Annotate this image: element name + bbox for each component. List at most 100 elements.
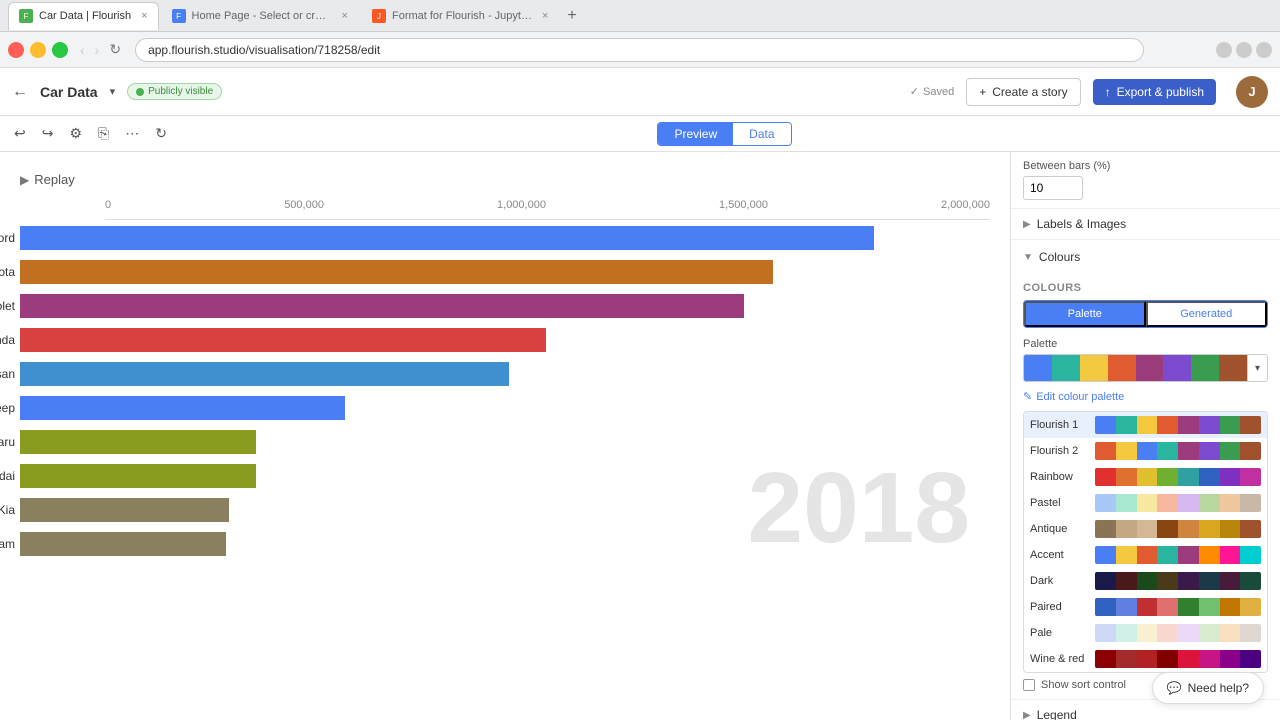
option-color (1157, 546, 1178, 564)
palette-option-name: Flourish 2 (1030, 445, 1095, 457)
show-sort-checkbox[interactable] (1023, 679, 1035, 691)
option-color (1095, 598, 1116, 616)
copy-button[interactable]: ⎘ (92, 121, 115, 146)
option-color (1157, 468, 1178, 486)
new-tab-button[interactable]: + (561, 7, 582, 25)
option-color (1116, 598, 1137, 616)
palette-option[interactable]: Flourish 1 (1024, 412, 1267, 438)
option-color (1199, 546, 1220, 564)
section-chevron-icon: ▶ (1023, 710, 1031, 720)
create-story-label: Create a story (992, 85, 1067, 99)
palette-color-swatch (1163, 355, 1191, 381)
labels-images-section[interactable]: ▶ Labels & Images (1011, 209, 1280, 240)
palette-option[interactable]: Pale (1024, 620, 1267, 646)
palette-option[interactable]: Rainbow (1024, 464, 1267, 490)
tab-close-jupyter[interactable]: × (542, 10, 548, 22)
between-bars-label: Between bars (%) (1023, 160, 1268, 172)
need-help-button[interactable]: 💬 Need help? (1152, 672, 1264, 704)
data-tab[interactable]: Data (733, 123, 790, 145)
bar-label: Ram (0, 530, 15, 558)
option-color (1137, 468, 1158, 486)
option-color (1095, 494, 1116, 512)
bar-row: Honda 1,486,827 (20, 326, 990, 354)
create-story-button[interactable]: + Create a story (966, 78, 1080, 106)
option-color (1199, 494, 1220, 512)
palette-option-colors (1095, 520, 1261, 538)
tab-close-car-data[interactable]: × (141, 10, 147, 22)
option-color (1095, 650, 1116, 668)
option-color (1095, 442, 1116, 460)
option-color (1220, 416, 1241, 434)
option-color (1157, 624, 1178, 642)
palette-tab-palette[interactable]: Palette (1024, 301, 1146, 327)
palette-color-swatch (1191, 355, 1219, 381)
address-bar[interactable]: app.flourish.studio/visualisation/718258… (135, 38, 1144, 62)
window-close-btn[interactable] (8, 42, 24, 58)
tab-label-car-data: Car Data | Flourish (39, 10, 131, 22)
option-color (1178, 598, 1199, 616)
palette-option-name: Paired (1030, 601, 1095, 613)
palette-option[interactable]: Pastel (1024, 490, 1267, 516)
palette-selector[interactable]: ▾ (1023, 354, 1268, 382)
palette-color-swatch (1024, 355, 1052, 381)
palette-option[interactable]: Paired (1024, 594, 1267, 620)
palette-option[interactable]: Antique (1024, 516, 1267, 542)
palette-color-swatch (1108, 355, 1136, 381)
avatar[interactable]: J (1236, 76, 1268, 108)
palette-option[interactable]: Dark (1024, 568, 1267, 594)
project-title[interactable]: Car Data (40, 84, 98, 100)
view-toggle: Preview Data (657, 122, 791, 146)
option-color (1116, 416, 1137, 434)
project-dropdown-btn[interactable]: ▾ (110, 85, 116, 98)
option-color (1199, 650, 1220, 668)
edit-colour-link[interactable]: ✎ Edit colour palette (1023, 390, 1268, 403)
tab-home[interactable]: F Home Page - Select or create a ... × (161, 2, 359, 30)
option-color (1157, 598, 1178, 616)
visibility-dot (136, 88, 144, 96)
window-max-btn[interactable] (52, 42, 68, 58)
option-color (1157, 442, 1178, 460)
browser-tabs: F Car Data | Flourish × F Home Page - Se… (0, 0, 1280, 32)
colours-content: COLOURS Palette Generated Palette ▾ ✎ Ed… (1011, 274, 1280, 699)
back-button[interactable]: ← (12, 83, 28, 101)
bar-row: Toyota 2,128,576 (20, 258, 990, 286)
palette-option[interactable]: Accent (1024, 542, 1267, 568)
tab-car-data[interactable]: F Car Data | Flourish × (8, 2, 159, 30)
tab-favicon-home: F (172, 9, 186, 23)
between-bars-section: Between bars (%) (1011, 152, 1280, 209)
saved-status: ✓ Saved (910, 85, 954, 98)
option-color (1178, 442, 1199, 460)
palette-tab-generated[interactable]: Generated (1146, 301, 1268, 327)
palette-option[interactable]: Flourish 2 (1024, 438, 1267, 464)
option-color (1095, 520, 1116, 538)
colours-header[interactable]: ▼ Colours (1011, 240, 1280, 274)
window-min-btn[interactable] (30, 42, 46, 58)
palette-option-colors (1095, 416, 1261, 434)
redo-button[interactable]: ↪ (36, 121, 60, 146)
palette-option[interactable]: Wine & red (1024, 646, 1267, 672)
palette-option-colors (1095, 546, 1261, 564)
replay-button[interactable]: ▶ Replay (20, 172, 75, 187)
refresh-btn[interactable]: ↻ (103, 39, 127, 60)
undo-button[interactable]: ↩ (8, 121, 32, 146)
forward-nav-btn[interactable]: › (91, 40, 104, 60)
tab-jupyter[interactable]: J Format for Flourish - Jupyter No... × (361, 2, 559, 30)
option-color (1240, 442, 1261, 460)
palette-option-colors (1095, 598, 1261, 616)
more-button[interactable]: ⋯ (119, 121, 145, 146)
bar-label: Ford (0, 224, 15, 252)
settings-button[interactable]: ⚙ (63, 121, 88, 146)
preview-tab[interactable]: Preview (658, 123, 733, 145)
export-publish-button[interactable]: ↑ Export & publish (1093, 79, 1216, 105)
option-color (1220, 442, 1241, 460)
option-color (1178, 494, 1199, 512)
tab-close-home[interactable]: × (342, 10, 348, 22)
between-bars-input[interactable] (1023, 176, 1083, 200)
bar-label: Honda (0, 326, 15, 354)
create-story-icon: + (979, 85, 986, 99)
option-color (1137, 520, 1158, 538)
option-color (1116, 442, 1137, 460)
back-nav-btn[interactable]: ‹ (76, 40, 89, 60)
option-color (1178, 520, 1199, 538)
refresh-viz-button[interactable]: ↻ (149, 121, 173, 146)
